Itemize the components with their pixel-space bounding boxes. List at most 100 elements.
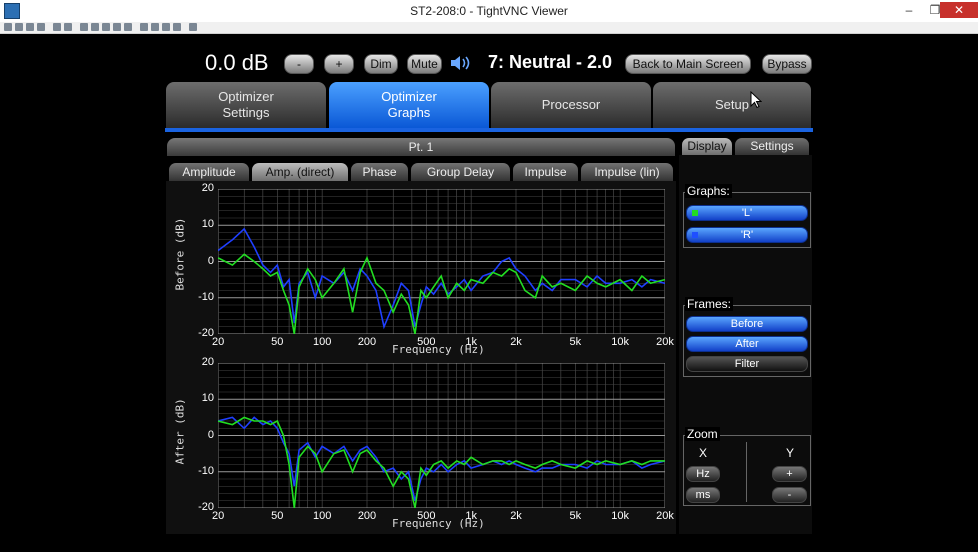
back-to-main-button[interactable]: Back to Main Screen [625,54,751,74]
side-tab-display[interactable]: Display [682,138,732,155]
zoom-y-label: Y [786,446,795,460]
close-button[interactable]: ✕ [940,2,978,18]
x-tick-label: 100 [312,510,332,522]
pause-icon[interactable] [53,23,61,31]
ctrl-alt-del-icon[interactable] [80,23,88,31]
graph-tab-amp-direct[interactable]: Amp. (direct) [252,163,348,181]
y-tick-label: 20 [201,182,214,194]
y-tick-label: -10 [198,290,214,303]
x-tick-label: 500 [417,510,436,522]
y-tick-label: -20 [198,327,214,339]
alt-label-icon[interactable] [113,23,121,31]
transfer-icon[interactable] [124,23,132,31]
zoom-in-icon[interactable] [140,23,148,31]
refresh-icon[interactable] [64,23,72,31]
ctrl-icon[interactable] [91,23,99,31]
ctrl-label-icon[interactable] [102,23,110,31]
y-tick-label: -20 [198,501,214,513]
zoom-100-icon[interactable] [162,23,170,31]
bypass-button[interactable]: Bypass [762,54,812,74]
tab-label-line2: Graphs [387,105,431,120]
zoom-y-plus-button[interactable]: + [772,466,807,482]
x-tick-label: 200 [357,510,377,522]
new-connection-icon[interactable] [4,23,12,31]
speaker-icon [449,55,473,71]
tab-optimizer-settings[interactable]: Optimizer Settings [166,82,326,128]
zoom-fit-icon[interactable] [173,23,181,31]
y-tick-label: 10 [201,218,214,231]
tab-label: Processor [541,97,601,112]
y-tick-label: 20 [201,356,214,368]
x-tick-label: 50 [271,510,284,522]
volume-up-button[interactable]: + [324,54,354,74]
graph-toggle-label: 'L' [741,207,753,219]
mouse-cursor-icon [750,90,763,114]
preset-name: 7: Neutral - 2.0 [488,52,613,72]
graph-toggle-r[interactable]: 'R' [686,227,808,243]
series-color-swatch [692,210,698,216]
x-tick-label: 2k [510,336,522,348]
y-tick-label: 10 [201,392,214,405]
fullscreen-icon[interactable] [189,23,197,31]
x-tick-label: 20k [656,336,674,348]
after-y-axis-label: After (dB) [173,398,187,465]
x-tick-label: 1k [465,510,477,522]
window-title: ST2-208:0 - TightVNC Viewer [410,4,568,18]
minimize-button[interactable]: – [896,2,922,18]
zoom-group-title: Zoom [685,427,720,441]
x-tick-label: 10k [611,510,630,522]
zoom-x-hz-button[interactable]: Hz [686,466,720,482]
graph-tab-amplitude[interactable]: Amplitude [169,163,249,181]
graph-toggle-l[interactable]: 'L' [686,205,808,221]
graph-toggle-label: 'R' [740,229,754,241]
tab-setup[interactable]: Setup [653,82,811,128]
frame-toggle-after[interactable]: After [686,336,808,352]
before-plot[interactable] [218,189,665,334]
zoom-divider [746,442,747,502]
tab-processor[interactable]: Processor [491,82,651,128]
x-tick-label: 20k [656,510,674,522]
zoom-x-ms-button[interactable]: ms [686,487,720,503]
graphs-group-title: Graphs: [685,184,732,198]
mute-button[interactable]: Mute [407,54,442,74]
x-tick-label: 500 [417,336,436,348]
graph-tab-group-delay[interactable]: Group Delay [411,163,510,181]
zoom-y-minus-button[interactable]: - [772,487,807,503]
window-titlebar: ST2-208:0 - TightVNC Viewer – ❐ ✕ [0,0,978,23]
vnc-toolbar [0,22,978,34]
x-tick-label: 10k [611,336,630,348]
x-tick-label: 200 [357,336,377,348]
zoom-out-icon[interactable] [151,23,159,31]
after-plot[interactable] [218,363,665,508]
tab-label-line2: Settings [222,105,270,120]
tab-underline [165,128,813,132]
frames-group-title: Frames: [685,297,734,311]
dim-button[interactable]: Dim [364,54,398,74]
info-icon[interactable] [37,23,45,31]
tab-label-line1: Optimizer [381,89,437,104]
point-tab[interactable]: Pt. 1 [167,138,675,156]
frame-toggle-before[interactable]: Before [686,316,808,332]
x-tick-label: 5k [569,510,582,522]
tab-optimizer-graphs[interactable]: Optimizer Graphs [329,82,489,128]
y-tick-label: 0 [207,254,214,267]
volume-readout: 0.0 dB [205,50,269,75]
graph-tab-impulse[interactable]: Impulse [513,163,578,181]
options-icon[interactable] [26,23,34,31]
y-tick-label: -10 [198,464,214,477]
x-tick-label: 50 [271,336,284,348]
graph-tab-phase[interactable]: Phase [351,163,408,181]
zoom-x-label: X [699,446,708,460]
before-y-axis-label: Before (dB) [173,217,187,291]
graph-tab-impulse-lin[interactable]: Impulse (lin) [581,163,673,181]
frame-toggle-filter[interactable]: Filter [686,356,808,372]
save-icon[interactable] [15,23,23,31]
x-tick-label: 5k [569,336,582,348]
series-color-swatch [692,232,698,238]
y-tick-label: 0 [207,428,214,441]
tab-label: Setup [715,97,749,112]
tab-label-line1: Optimizer [218,89,274,104]
x-tick-label: 100 [312,336,332,348]
side-tab-settings[interactable]: Settings [735,138,809,155]
volume-down-button[interactable]: - [284,54,314,74]
